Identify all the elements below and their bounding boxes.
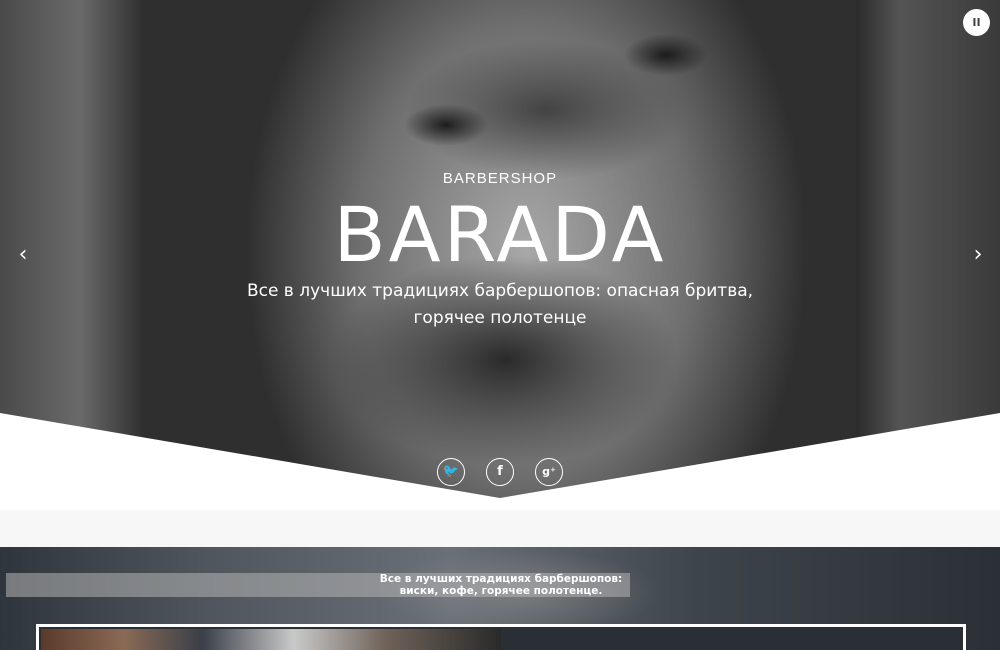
brand-title: BARADA (333, 190, 667, 279)
chevron-right-icon[interactable]: › (963, 240, 993, 270)
pause-icon[interactable]: II (963, 9, 990, 36)
divider-band (0, 510, 1000, 547)
photo-frame (36, 624, 966, 650)
hero-slider: BARBERSHOP BARADA Все в лучших традициях… (0, 0, 1000, 510)
facebook-icon[interactable]: f (486, 458, 514, 486)
about-section: Все в лучших традициях барбершопов: виск… (0, 547, 1000, 650)
google-plus-icon[interactable]: g⁺ (535, 458, 563, 486)
hero-caption: BARBERSHOP BARADA Все в лучших традициях… (0, 0, 1000, 510)
brand-kicker: BARBERSHOP (442, 170, 558, 187)
social-links: 🐦 f g⁺ (0, 458, 1000, 488)
barbershop-photo (41, 629, 501, 650)
brand-subtitle: Все в лучших традициях барбершопов: опас… (246, 281, 754, 328)
about-tagline: Все в лучших традициях барбершопов: виск… (6, 573, 996, 597)
tagline-line-1: Все в лучших традициях барбершопов: (379, 573, 623, 585)
twitter-icon[interactable]: 🐦 (437, 458, 465, 486)
chevron-left-icon[interactable]: ‹ (8, 240, 38, 270)
tagline-line-2: виски, кофе, горячее полотенце. (399, 585, 603, 597)
